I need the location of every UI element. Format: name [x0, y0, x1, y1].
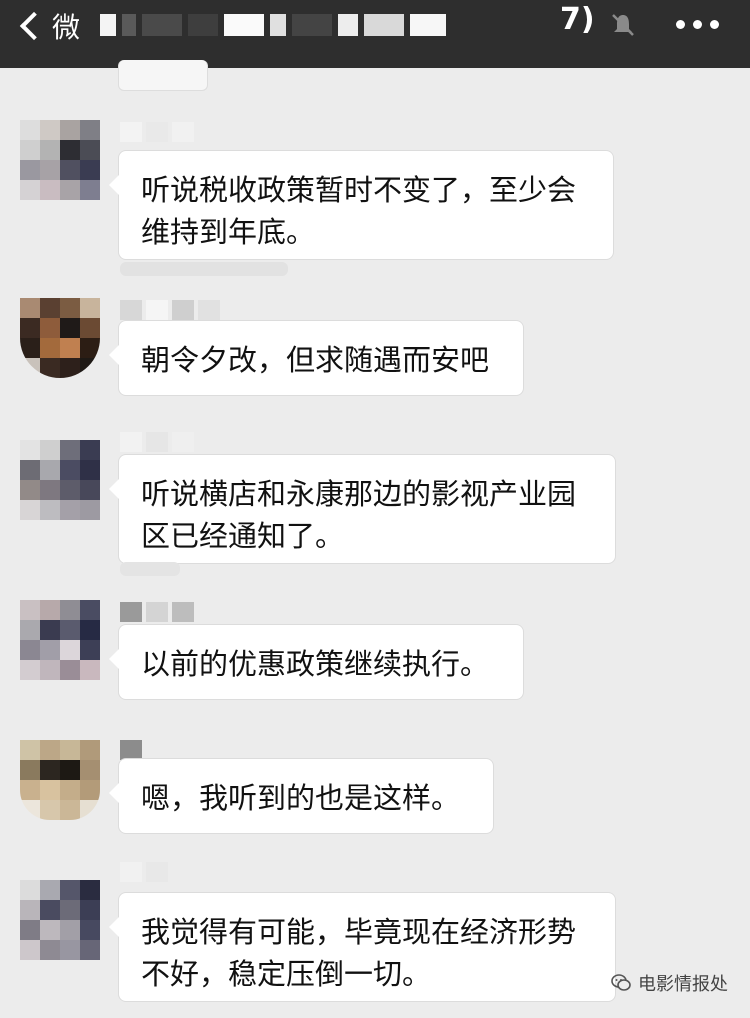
message-text-line: 朝令夕改，但求随遇而安吧 — [141, 343, 490, 377]
back-label: 微 — [52, 11, 81, 44]
watermark: 电影情报处 — [610, 970, 728, 996]
message-text-line: 听说横店和永康那边的影视产业园 — [141, 477, 577, 511]
wechat-icon — [611, 974, 631, 991]
message-text-line: 维持到年底。 — [141, 215, 316, 249]
message-bubble[interactable]: 以前的优惠政策继续执行。 — [109, 624, 524, 700]
chat-title-pixelated — [100, 14, 446, 42]
avatar[interactable] — [20, 600, 100, 680]
avatar[interactable] — [20, 740, 100, 820]
sender-name-pixelated — [120, 122, 194, 142]
muted-bell-icon — [612, 14, 634, 36]
message-bubble[interactable]: 我觉得有可能，毕竟现在经济形势 不好，稳定压倒一切。 — [109, 892, 616, 1002]
previous-message-bubble — [118, 60, 208, 91]
avatar[interactable] — [20, 298, 100, 378]
message-bubble[interactable]: 听说税收政策暂时不变了，至少会 维持到年底。 — [109, 150, 614, 260]
message-bubble[interactable]: 朝令夕改，但求随遇而安吧 — [109, 320, 524, 396]
message-bubble[interactable]: 嗯，我听到的也是这样。 — [109, 758, 494, 834]
chevron-left-icon — [19, 11, 49, 41]
sender-name-pixelated — [120, 862, 168, 882]
avatar[interactable] — [20, 880, 100, 960]
message-bubble[interactable]: 听说横店和永康那边的影视产业园 区已经通知了。 — [109, 454, 616, 564]
avatar[interactable] — [20, 120, 100, 200]
message-text-line: 区已经通知了。 — [141, 519, 345, 553]
sender-name-pixelated — [120, 602, 194, 622]
message-text-line: 嗯，我听到的也是这样。 — [141, 781, 461, 815]
sender-name-pixelated — [120, 740, 142, 760]
chat-header: 微 7) — [0, 0, 750, 68]
sender-name-pixelated — [120, 300, 220, 320]
back-button[interactable]: 微 — [14, 4, 80, 48]
watermark-label: 电影情报处 — [638, 974, 728, 995]
chat-member-count: 7) — [560, 2, 595, 37]
message-text-line: 以前的优惠政策继续执行。 — [141, 647, 490, 681]
avatar[interactable] — [20, 440, 100, 520]
sender-name-pixelated — [120, 432, 194, 452]
message-text-line: 不好，稳定压倒一切。 — [141, 957, 432, 991]
message-text-line: 我觉得有可能，毕竟现在经济形势 — [141, 915, 577, 949]
pixelated-strip — [120, 262, 288, 276]
more-options-button[interactable] — [676, 8, 719, 40]
pixelated-strip — [120, 562, 180, 576]
message-text-line: 听说税收政策暂时不变了，至少会 — [141, 173, 577, 207]
